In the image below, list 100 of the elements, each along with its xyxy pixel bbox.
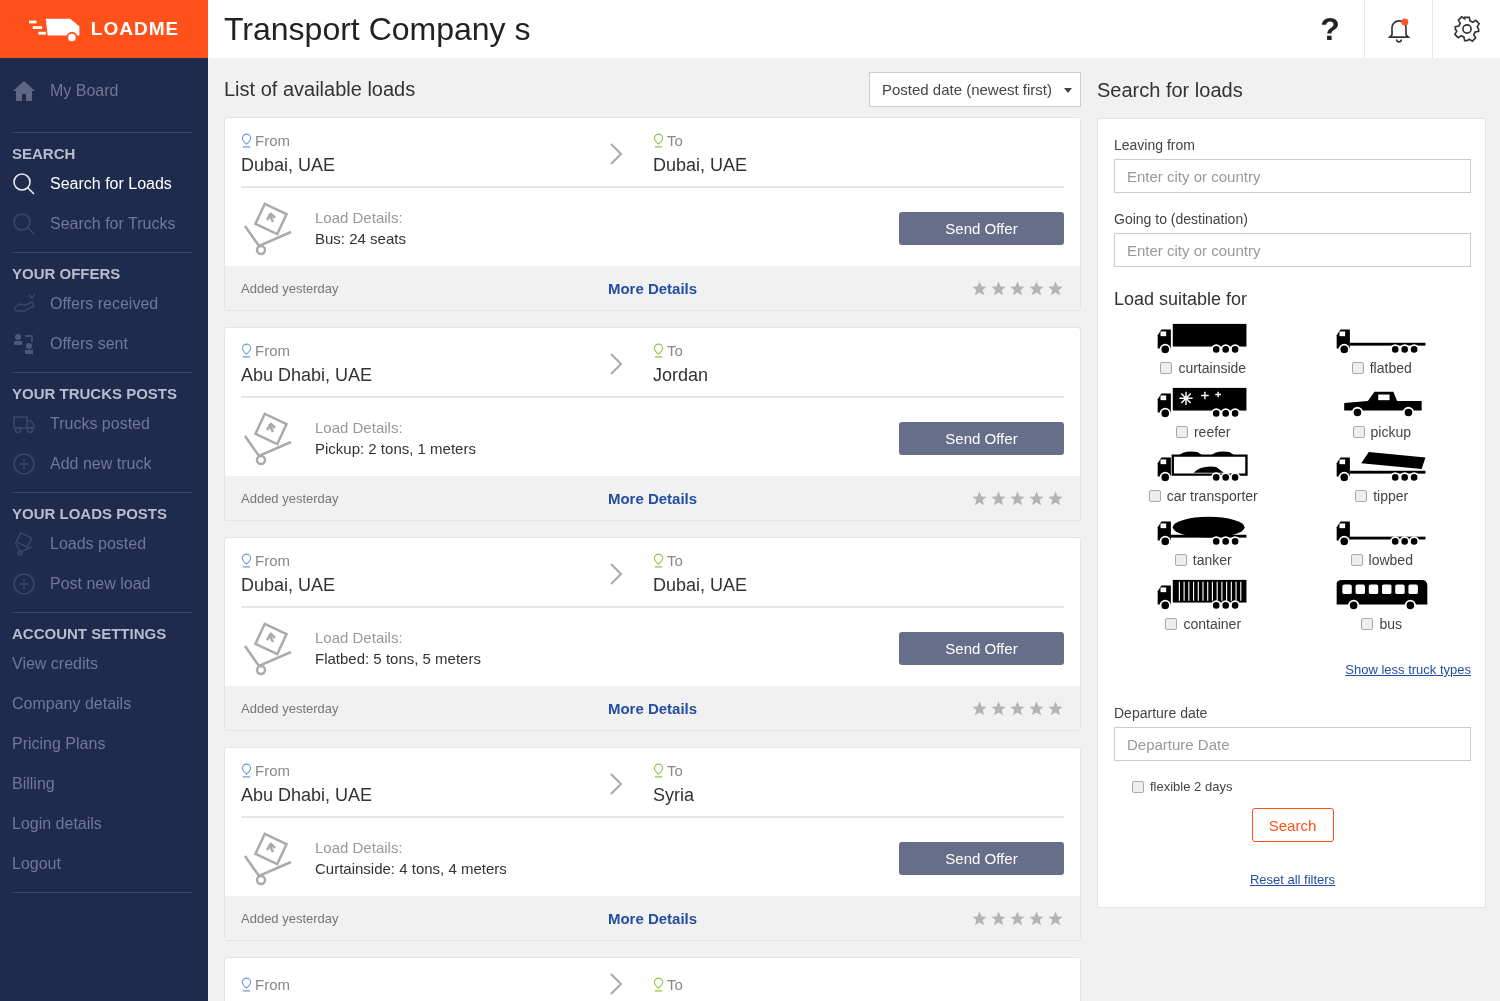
send-offer-button[interactable]: Send Offer — [899, 841, 1064, 875]
more-details-link[interactable]: More Details — [607, 699, 698, 717]
plus-icon — [12, 452, 36, 476]
star-icon — [990, 699, 1007, 717]
truck-type-checkbox[interactable]: pickup — [1352, 424, 1411, 440]
search-icon — [12, 172, 36, 196]
star-icon — [1028, 909, 1045, 927]
going-to-field[interactable]: Enter city or country — [1114, 233, 1471, 267]
subsection-title: Load suitable for — [1114, 289, 1249, 310]
section-title: Search for loads — [1097, 78, 1244, 103]
star-icon — [1047, 279, 1064, 297]
star-icon — [990, 909, 1007, 927]
more-details-link[interactable]: More Details — [607, 489, 698, 507]
plus-icon — [12, 572, 36, 596]
settings-icon — [1452, 15, 1481, 43]
star-icon — [1028, 699, 1045, 717]
to-label: To — [667, 132, 683, 149]
destination-city: Jordan — [653, 365, 710, 386]
send-offer-button[interactable]: Send Offer — [899, 421, 1064, 455]
section-heading: YOUR LOADS POSTS — [12, 504, 169, 524]
truck-type-checkbox[interactable]: container — [1165, 616, 1242, 632]
page-title: Transport Company s — [224, 10, 531, 48]
load-details: Flatbed: 5 tons, 5 meters — [315, 650, 482, 667]
truck-type-checkbox[interactable]: tanker — [1174, 552, 1232, 568]
show-less-link[interactable]: Show less truck types — [1345, 662, 1471, 677]
truck-type-checkbox[interactable]: reefer — [1175, 424, 1231, 440]
section-heading: YOUR OFFERS — [12, 264, 122, 284]
origin-city: Abu Dhabi, UAE — [241, 365, 374, 386]
from-label: From — [255, 132, 290, 149]
from-label: From — [255, 762, 290, 779]
origin-city: Dubai, UAE — [241, 575, 337, 596]
chevron-right-icon — [609, 772, 623, 796]
to-label: To — [667, 552, 683, 569]
location-pin-icon — [241, 343, 252, 358]
people-icon — [12, 332, 36, 356]
location-pin-icon — [241, 553, 252, 568]
departure-date-field[interactable]: Departure Date — [1114, 727, 1471, 761]
star-icon — [1009, 909, 1026, 927]
location-pin-icon — [241, 976, 252, 992]
added-time: Added yesterday — [241, 910, 340, 926]
sidebar-item[interactable]: Search for Loads — [12, 164, 192, 204]
more-details-link[interactable]: More Details — [607, 909, 698, 927]
star-icon — [990, 489, 1007, 507]
star-icon — [1028, 279, 1045, 297]
truck-type-checkbox[interactable]: curtainside — [1160, 360, 1247, 376]
origin-city: Abu Dhabi, UAE — [241, 785, 374, 806]
star-icon — [1047, 489, 1064, 507]
star-icon — [1009, 279, 1026, 297]
chevron-right-icon — [609, 142, 623, 166]
load-details: Bus: 24 seats — [315, 230, 407, 247]
truck-type-checkbox[interactable]: tipper — [1355, 488, 1409, 504]
destination-city: Dubai, UAE — [653, 575, 749, 596]
section-heading: SEARCH — [12, 144, 77, 164]
star-icon — [971, 279, 988, 297]
star-icon — [1047, 909, 1064, 927]
truck-type-checkbox[interactable]: flatbed — [1351, 360, 1412, 376]
field-label: Departure date — [1114, 705, 1209, 721]
from-label: From — [255, 552, 290, 569]
truck-type-checkbox[interactable]: bus — [1361, 616, 1403, 632]
logo-text: LOADME — [90, 18, 180, 40]
chevron-right-icon — [609, 352, 623, 376]
location-pin-icon — [241, 763, 252, 778]
send-offer-button[interactable]: Send Offer — [899, 631, 1064, 665]
origin-city: Dubai, UAE — [241, 155, 337, 176]
section-heading: ACCOUNT SETTINGS — [12, 624, 168, 644]
more-details-link[interactable]: More Details — [607, 279, 698, 297]
reset-filters-link[interactable]: Reset all filters — [1249, 872, 1336, 887]
added-time: Added yesterday — [241, 700, 340, 716]
from-label: From — [255, 342, 290, 359]
sort-dropdown[interactable]: Posted date (newest first) — [868, 72, 1081, 107]
truck-type-checkbox[interactable]: car transporter — [1148, 488, 1258, 504]
details-label: Load Details: — [315, 419, 404, 436]
star-icon — [1028, 489, 1045, 507]
added-time: Added yesterday — [241, 280, 340, 296]
field-label: Leaving from — [1114, 137, 1196, 153]
added-time: Added yesterday — [241, 490, 340, 506]
details-label: Load Details: — [315, 629, 404, 646]
details-label: Load Details: — [315, 209, 404, 226]
section-title: List of available loads — [224, 78, 416, 101]
location-pin-icon — [653, 553, 664, 568]
location-pin-icon — [653, 133, 664, 148]
leaving-from-field[interactable]: Enter city or country — [1114, 159, 1471, 193]
section-heading: YOUR TRUCKS POSTS — [12, 384, 178, 404]
from-label: From — [255, 975, 290, 993]
flexible-checkbox[interactable]: flexible 2 days — [1132, 779, 1471, 794]
star-icon — [1009, 489, 1026, 507]
star-icon — [990, 279, 1007, 297]
details-label: Load Details: — [315, 839, 404, 856]
home-icon — [12, 79, 36, 103]
search-icon — [12, 212, 36, 236]
send-offer-button[interactable]: Send Offer — [899, 211, 1064, 245]
to-label: To — [667, 762, 683, 779]
load-details: Pickup: 2 tons, 1 meters — [315, 440, 477, 457]
location-pin-icon — [653, 976, 664, 992]
star-icon — [1009, 699, 1026, 717]
field-label: Going to (destination) — [1114, 211, 1249, 227]
destination-city: Dubai, UAE — [653, 155, 749, 176]
truck-type-checkbox[interactable]: lowbed — [1350, 552, 1413, 568]
destination-city: Syria — [653, 785, 695, 806]
location-pin-icon — [653, 763, 664, 778]
